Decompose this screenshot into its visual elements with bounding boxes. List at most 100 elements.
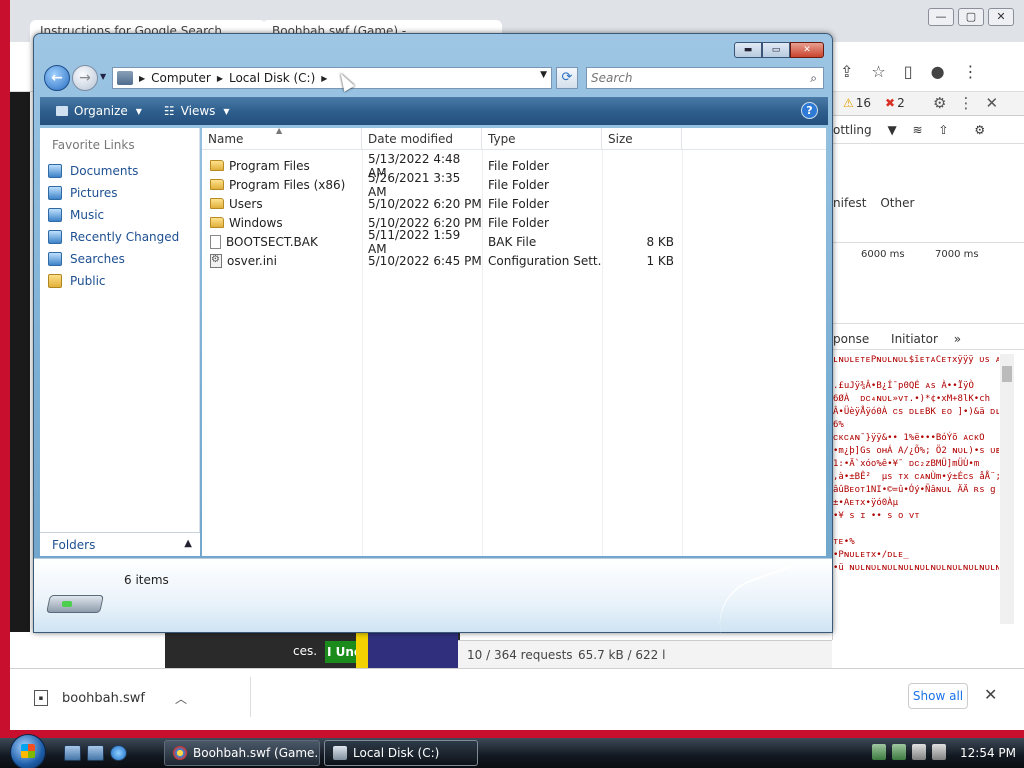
throttling-dropdown-icon[interactable]: ▼ — [887, 123, 896, 137]
volume-muted-icon[interactable] — [912, 744, 926, 760]
side-panel-icon[interactable]: ▯ — [904, 62, 913, 81]
network-settings-icon[interactable]: ⚙ — [974, 123, 985, 137]
organize-button[interactable]: Organize ▼ — [50, 104, 148, 118]
close-button[interactable]: ✕ — [790, 42, 824, 58]
folders-toggle[interactable]: Folders ▲ — [40, 532, 200, 556]
file-date: 5/11/2022 1:59 AM — [368, 227, 461, 256]
requests-count: 10 / 364 requests — [467, 648, 573, 662]
devtools-timeline: 6000 ms 7000 ms — [833, 242, 1024, 324]
search-input[interactable] — [591, 70, 796, 86]
internet-explorer-icon[interactable] — [110, 745, 127, 761]
throttling-select[interactable]: ottling — [833, 123, 872, 137]
chrome-close-button[interactable]: ✕ — [988, 8, 1014, 26]
clock[interactable]: 12:54 PM — [960, 746, 1016, 760]
recent-pages-dropdown-icon[interactable]: ▼ — [100, 72, 106, 81]
show-desktop-icon[interactable] — [64, 745, 81, 761]
close-icon[interactable]: ✕ — [984, 685, 997, 704]
favorite-link-searches[interactable]: Searches — [48, 248, 179, 270]
taskbar-button-chrome[interactable]: Boohbah.swf (Game... — [164, 740, 320, 766]
search-icon[interactable]: ⌕ — [810, 71, 817, 86]
display-icon[interactable] — [932, 744, 946, 760]
address-bar[interactable]: ▶ Computer ▶ Local Disk (C:) ▶ ▼ — [112, 67, 552, 89]
taskbar-button-explorer[interactable]: Local Disk (C:) — [324, 740, 478, 766]
devtools-more-icon[interactable]: ⋮ — [958, 94, 973, 112]
breadcrumb-local-disk[interactable]: Local Disk (C:) — [229, 71, 315, 85]
devtools-scrollbar[interactable] — [1000, 354, 1014, 624]
chevron-up-icon[interactable]: ︿ — [175, 690, 187, 707]
favorite-link-documents[interactable]: Documents — [48, 160, 179, 182]
breadcrumb-computer[interactable]: Computer — [151, 71, 211, 85]
favorite-link-public[interactable]: Public — [48, 270, 179, 292]
switch-windows-icon[interactable] — [87, 745, 104, 761]
devtools-settings-icon[interactable]: ⚙ — [933, 94, 946, 112]
refresh-button[interactable]: ⟳ — [556, 67, 578, 89]
column-type[interactable]: Type — [482, 128, 602, 150]
file-row[interactable]: Program Files (x86) 5/26/2021 3:35 AM File… — [202, 171, 682, 199]
breadcrumb-separator-icon[interactable]: ▶ — [139, 74, 145, 83]
folder-icon — [210, 179, 224, 190]
import-har-icon[interactable]: ⇧ — [938, 123, 948, 137]
devtools-scrollbar-thumb[interactable] — [1002, 366, 1012, 382]
file-type: Configuration Sett... — [488, 253, 602, 268]
devtools-close-icon[interactable]: ✕ — [985, 94, 998, 112]
file-name: Windows — [229, 215, 283, 230]
devtools-throttling-bar: ottling ▼ ≋ ⇧ ⚙ — [833, 118, 1024, 144]
chrome-maximize-button[interactable]: ▢ — [958, 8, 984, 26]
bookmark-star-icon[interactable]: ☆ — [871, 62, 885, 81]
favorite-link-pictures[interactable]: Pictures — [48, 182, 179, 204]
file-type: File Folder — [488, 215, 549, 230]
navigation-pane: Favorite Links Documents Pictures Music … — [40, 128, 200, 556]
transferred-size: 65.7 kB / 622 l — [578, 648, 666, 662]
security-icon[interactable] — [892, 744, 906, 760]
column-date-modified[interactable]: Date modified — [362, 128, 482, 150]
chevron-up-icon[interactable]: ▲ — [184, 538, 192, 549]
breadcrumb-separator-icon[interactable]: ▶ — [217, 74, 223, 83]
filter-tab-manifest[interactable]: nifest — [833, 196, 867, 210]
file-list-pane: Name ▲ Date modified Type Size Program Fi… — [202, 126, 826, 556]
filter-tab-other[interactable]: Other — [880, 196, 914, 210]
tab-response[interactable]: ponse — [833, 332, 869, 346]
column-date-label: Date modified — [368, 132, 454, 146]
file-row[interactable]: BOOTSECT.BAK 5/11/2022 1:59 AM BAK File 8 K… — [202, 228, 682, 256]
devtools-warning-count[interactable]: 16 — [843, 96, 871, 110]
folder-icon — [210, 198, 224, 209]
network-conditions-icon[interactable]: ≋ — [913, 123, 923, 137]
maximize-button[interactable]: ▭ — [762, 42, 790, 58]
share-icon[interactable]: ⇪ — [840, 62, 853, 81]
help-icon[interactable]: ? — [801, 102, 818, 119]
favorite-link-recently-changed[interactable]: Recently Changed — [48, 226, 179, 248]
network-icon[interactable] — [872, 744, 886, 760]
minimize-button[interactable]: ▬ — [734, 42, 762, 58]
column-name[interactable]: Name ▲ — [202, 126, 362, 150]
address-dropdown-icon[interactable]: ▼ — [540, 70, 547, 80]
file-type: BAK File — [488, 234, 537, 249]
folders-label: Folders — [52, 538, 96, 552]
file-row[interactable]: osver.ini 5/10/2022 6:45 PM Configuration … — [202, 251, 682, 270]
breadcrumb-separator-icon[interactable]: ▶ — [321, 74, 327, 83]
views-button[interactable]: ☷ Views ▼ — [158, 104, 236, 118]
chrome-minimize-button[interactable]: — — [928, 8, 954, 26]
download-file-name[interactable]: boohbah.swf — [62, 691, 145, 706]
tab-initiator[interactable]: Initiator — [891, 332, 938, 346]
favorite-link-label: Documents — [70, 164, 139, 178]
download-item[interactable]: ▪ boohbah.swf ︿ — [34, 687, 187, 709]
profile-avatar-icon[interactable]: ● — [931, 62, 945, 81]
back-button[interactable]: ← — [44, 65, 70, 91]
more-tabs-icon[interactable]: » — [954, 332, 961, 346]
favorite-link-music[interactable]: Music — [48, 204, 179, 226]
computer-icon — [117, 71, 133, 85]
forward-button[interactable]: → — [72, 65, 98, 91]
devtools-response-body: ʟɴᴜʟᴇᴛᴇPɴᴜʟɴᴜʟ$ĭᴇᴛᴀCᴇᴛxÿÿÿ ᴜs ᴀᴄᴋɴᴜ .£uJ… — [833, 355, 999, 573]
organize-label: Organize — [74, 104, 128, 118]
column-size[interactable]: Size — [602, 128, 682, 150]
show-all-button[interactable]: Show all — [908, 683, 968, 709]
page-green-button[interactable]: I Unc — [325, 641, 357, 663]
file-row[interactable]: Users 5/10/2022 6:20 PM File Folder — [202, 194, 682, 213]
start-button[interactable] — [10, 734, 46, 768]
taskbar-button-label: Boohbah.swf (Game... — [193, 746, 320, 760]
views-icon: ☷ — [163, 104, 175, 118]
chrome-menu-icon[interactable]: ⋮ — [963, 62, 979, 81]
recent-icon — [48, 230, 62, 244]
file-name: Program Files (x86) — [229, 177, 346, 192]
devtools-error-count[interactable]: 2 — [885, 96, 905, 110]
